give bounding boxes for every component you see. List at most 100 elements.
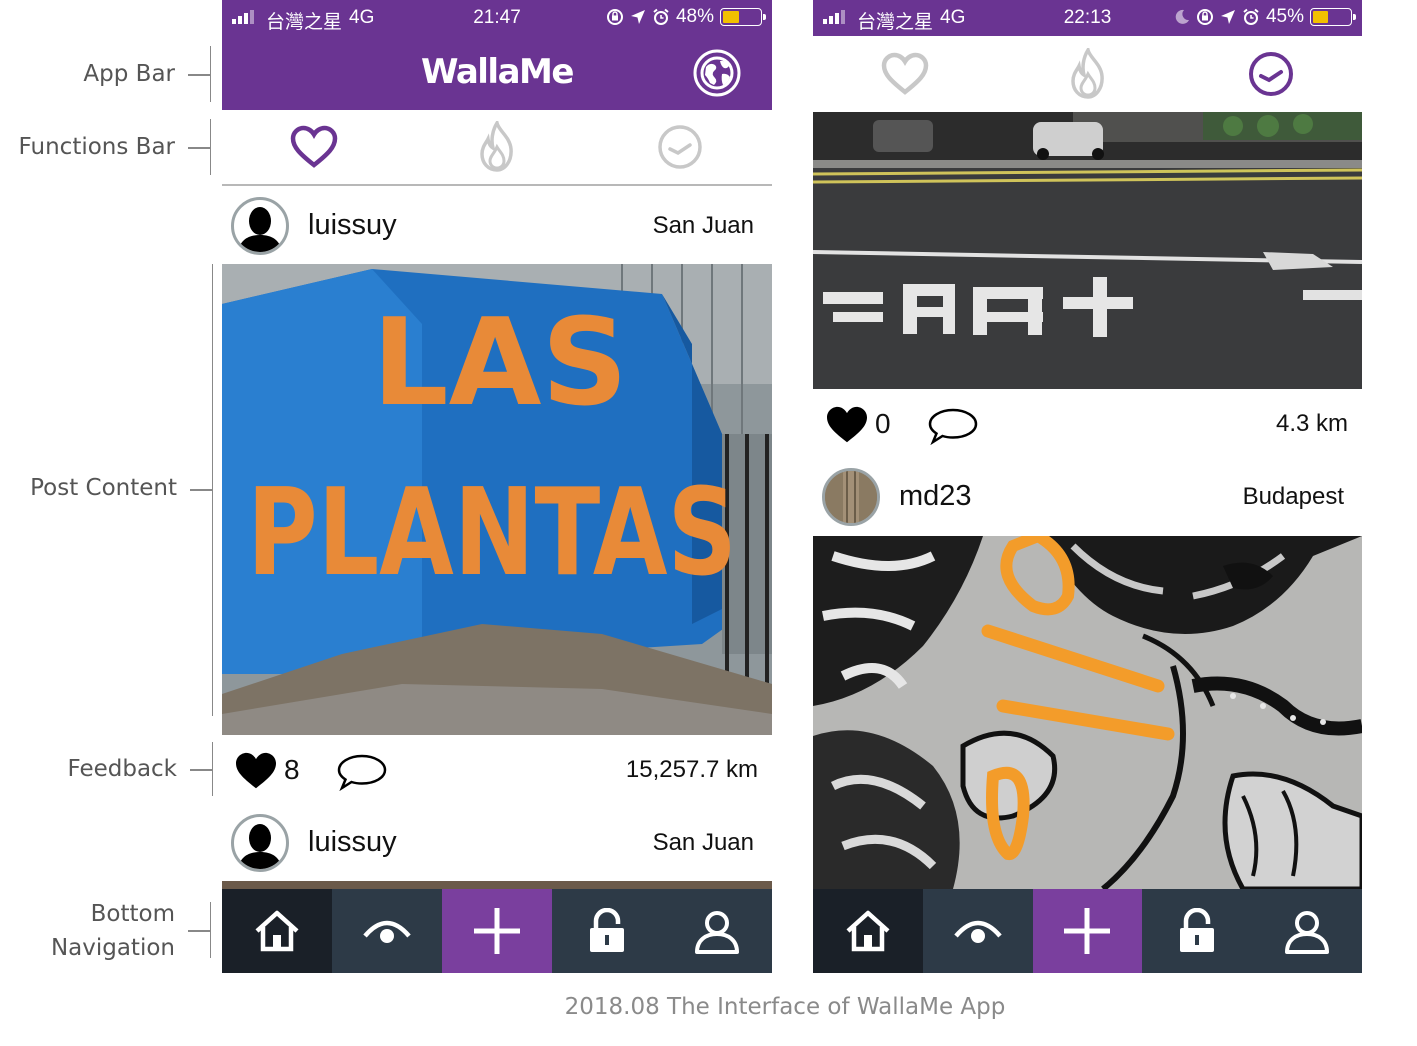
post-username[interactable]: luissuy [308,209,397,242]
heart-icon [881,52,928,95]
annotation-bottom-navigation-line2: Navigation [50,935,175,961]
comment-bubble-icon[interactable] [336,753,388,791]
annotation-bracket [210,46,211,102]
default-avatar-icon [238,207,282,252]
like-count: 8 [284,754,300,785]
annotation-bracket [210,119,211,175]
comment-bubble-icon[interactable] [927,407,979,445]
heart-icon [290,125,337,168]
home-icon [255,910,299,952]
nav-private[interactable] [1142,889,1252,973]
orientation-lock-icon [606,9,623,25]
nav-home[interactable] [813,889,923,973]
avatar[interactable] [822,468,880,526]
figure-caption: 2018.08 The Interface of WallaMe App [564,994,1006,1020]
battery-icon [1310,8,1356,26]
alarm-icon [1243,8,1259,25]
post-photo[interactable] [813,536,1362,889]
battery-percent: 45% [1265,6,1304,27]
photo-street-scene [813,112,1362,389]
user-icon [695,911,739,954]
bottom-navigation [222,889,772,973]
left-phone-screen: 台灣之星 4G 21:47 48% WallaMe luissuy San Ju… [222,0,772,973]
photo-text-line1: LAS [372,294,628,433]
post-location: San Juan [652,212,754,239]
photo-blue-wall-scene: LAS PLANTAS [222,264,772,735]
eye-icon [953,920,1002,943]
location-arrow-icon [630,10,645,24]
right-phone-screen: 台灣之星 4G 22:13 45% 0 4.3 km md23 Budapest [813,0,1362,973]
post-distance: 4.3 km [1275,410,1348,437]
tab-recent[interactable] [589,110,772,184]
annotation-tick [188,930,210,932]
nav-private[interactable] [552,889,662,973]
tab-recent[interactable] [1179,36,1362,112]
annotation-post-content: Post Content [30,475,177,501]
nav-explore[interactable] [923,889,1033,973]
annotation-app-bar: App Bar [83,61,175,87]
globe-icon[interactable] [692,48,742,98]
annotation-tick [188,147,210,149]
post-username[interactable]: md23 [899,480,972,513]
status-bar: 台灣之星 4G 21:47 48% [222,0,772,36]
status-bar: 台灣之星 4G 22:13 45% [813,0,1362,36]
functions-bar [813,36,1362,112]
eye-icon [363,920,411,943]
annotation-bracket [210,902,211,958]
like-heart-icon[interactable] [825,405,869,445]
functions-bar [222,110,772,186]
flame-icon [1070,48,1104,99]
flame-icon [480,121,513,172]
clock-icon [1248,52,1293,96]
nav-explore[interactable] [332,889,442,973]
nav-home[interactable] [222,889,332,973]
lock-icon [590,908,624,952]
avatar[interactable] [231,814,289,872]
tab-favorites[interactable] [222,110,405,184]
post-distance: 15,257.7 km [625,756,758,783]
default-avatar-icon [238,824,282,869]
tab-favorites[interactable] [813,36,996,112]
post-header: luissuy San Juan [222,805,772,883]
clock-icon [658,125,703,169]
annotation-bottom-navigation-line1: Bottom [90,901,175,927]
nav-add-post[interactable] [1032,889,1143,973]
plus-icon [474,908,520,954]
photo-text-line2: PLANTAS [247,464,737,603]
bottom-navigation [813,889,1362,973]
annotation-bracket [212,742,213,796]
app-logo: WallaMe [421,52,574,92]
annotation-tick [188,74,210,76]
like-count: 0 [875,408,891,439]
post-photo[interactable] [813,112,1362,389]
annotation-bracket [212,264,213,716]
battery-percent: 48% [675,6,714,27]
tab-popular[interactable] [996,36,1179,112]
nav-profile[interactable] [662,889,772,973]
post-location: Budapest [1242,483,1344,510]
photo-comic-mural [813,536,1362,889]
plus-icon [1064,908,1111,954]
nav-profile[interactable] [1252,889,1362,973]
feedback-row: 8 15,257.7 km [222,735,772,805]
annotation-functions-bar: Functions Bar [18,134,175,160]
battery-icon [720,8,766,26]
avatar[interactable] [231,197,289,255]
annotation-tick [190,489,212,491]
post-photo[interactable] [222,881,772,889]
moon-icon [1175,9,1189,24]
user-photo-avatar [825,471,877,523]
annotation-tick [190,769,212,771]
nav-add-post[interactable] [442,889,552,973]
location-arrow-icon [1220,10,1235,24]
home-icon [846,910,890,952]
post-username[interactable]: luissuy [308,826,397,859]
tab-popular[interactable] [405,110,588,184]
alarm-icon [653,8,669,25]
post-photo[interactable]: LAS PLANTAS [222,264,772,735]
user-icon [1285,911,1330,954]
orientation-lock-icon [1196,9,1213,25]
annotation-feedback: Feedback [67,756,177,782]
like-heart-icon[interactable] [234,751,278,791]
post-header: luissuy San Juan [222,188,772,266]
